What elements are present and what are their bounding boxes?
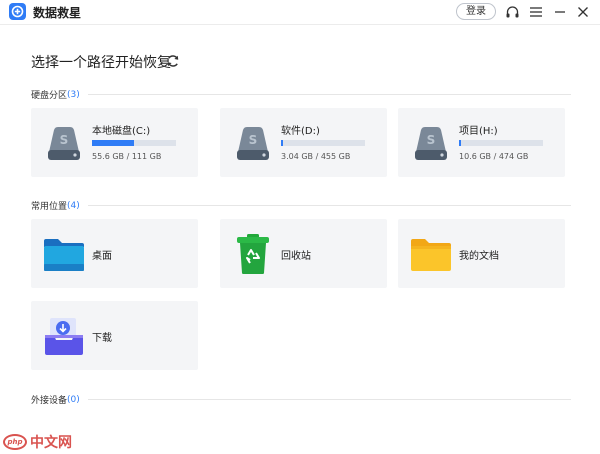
section-count: (4) [67,200,80,211]
drive-usage-bar [92,140,176,146]
minimize-icon[interactable] [551,3,569,21]
refresh-icon[interactable] [166,54,180,68]
location-card-downloads[interactable]: 下载 [31,301,198,370]
login-button[interactable]: 登录 [456,3,496,20]
svg-text:S: S [427,133,436,147]
drive-usage-bar [281,140,365,146]
app-logo-icon [9,3,26,20]
title-bar: 数据救星 登录 [0,0,600,24]
drive-name: 软件(D:) [281,126,320,137]
location-card-documents[interactable]: 我的文档 [398,219,565,288]
desktop-folder-icon [43,233,85,275]
drive-usage-fill [459,140,461,146]
location-name: 回收站 [281,251,311,262]
location-name: 我的文档 [459,251,499,262]
hard-drive-icon: S [410,122,452,164]
section-common-locations: 常用位置 (4) [31,199,571,212]
svg-text:S: S [60,133,69,147]
drive-card-h[interactable]: S 项目(H:) 10.6 GB / 474 GB [398,108,565,177]
section-label: 外接设备 [31,396,68,406]
section-divider [87,94,571,95]
documents-folder-icon [410,233,452,275]
drive-card-d[interactable]: S 软件(D:) 3.04 GB / 455 GB [220,108,387,177]
location-name: 下载 [92,333,112,344]
drive-size: 3.04 GB / 455 GB [281,152,351,161]
hard-drive-icon: S [232,122,274,164]
section-count: (3) [67,89,80,100]
drive-usage-fill [92,140,134,146]
page-title: 选择一个路径开始恢复 [31,55,171,71]
drive-usage-fill [281,140,283,146]
drive-usage-bar [459,140,543,146]
hard-drive-icon: S [43,122,85,164]
svg-text:S: S [249,133,258,147]
section-divider [87,399,571,400]
drive-card-c[interactable]: S 本地磁盘(C:) 55.6 GB / 111 GB [31,108,198,177]
drive-name: 本地磁盘(C:) [92,126,151,137]
section-label: 常用位置 [31,202,68,212]
title-divider [0,24,600,25]
close-icon[interactable] [574,3,592,21]
php-cn-brand-logo: php 中文网 [3,432,72,452]
menu-icon[interactable] [527,3,545,21]
recycle-bin-icon [232,233,274,275]
section-external-devices: 外接设备 (0) [31,393,571,406]
location-card-desktop[interactable]: 桌面 [31,219,198,288]
section-label: 硬盘分区 [31,91,68,101]
location-name: 桌面 [92,251,112,262]
php-logo: php [3,434,27,450]
location-card-recycle-bin[interactable]: 回收站 [220,219,387,288]
section-count: (0) [67,394,80,405]
brand-text: 中文网 [30,435,72,451]
drive-size: 55.6 GB / 111 GB [92,152,162,161]
headset-support-icon[interactable] [503,3,521,21]
drive-size: 10.6 GB / 474 GB [459,152,529,161]
drive-name: 项目(H:) [459,126,498,137]
app-title: 数据救星 [33,6,82,20]
section-partitions: 硬盘分区 (3) [31,88,571,101]
section-divider [87,205,571,206]
download-tray-icon [43,315,85,357]
